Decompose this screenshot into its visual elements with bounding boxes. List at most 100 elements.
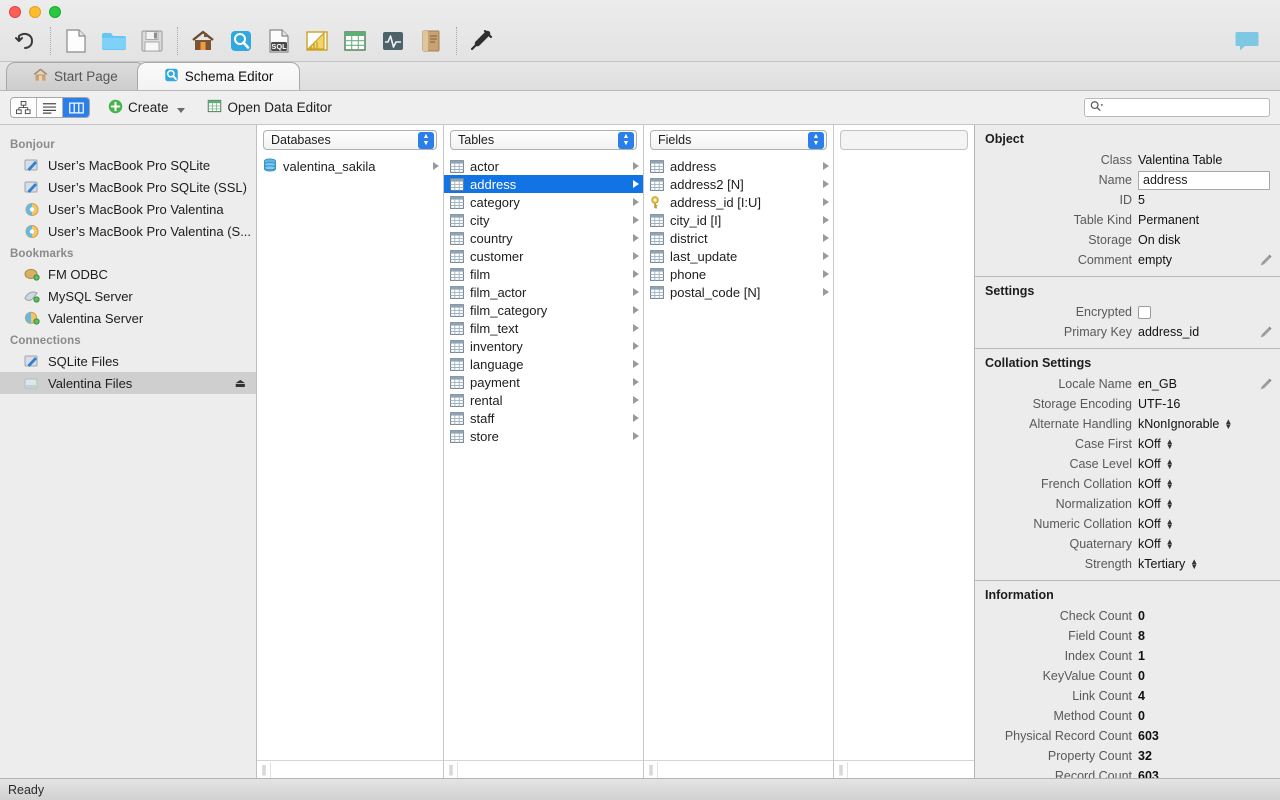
inspector-row-value[interactable]: kOff ▲ ▼ (1138, 477, 1174, 491)
data-grid-icon[interactable] (336, 21, 374, 61)
diagram-ruler-icon[interactable] (298, 21, 336, 61)
list-item[interactable]: phone (644, 265, 833, 283)
fields-popup-button[interactable]: Fields ▲ ▼ (650, 130, 827, 150)
sidebar-item-mysql-server[interactable]: MySQL Server (0, 285, 256, 307)
list-item[interactable]: payment (444, 373, 643, 391)
list-item[interactable]: category (444, 193, 643, 211)
disclosure-arrow-icon[interactable] (823, 270, 829, 278)
open-folder-icon[interactable] (95, 21, 133, 61)
undo-arrow-icon[interactable] (6, 21, 44, 61)
inspector-row-value[interactable]: kOff ▲ ▼ (1138, 537, 1174, 551)
stepper-icon[interactable]: ▲ ▼ (618, 131, 634, 149)
list-item[interactable]: rental (444, 391, 643, 409)
databases-popup-button[interactable]: Databases ▲ ▼ (263, 130, 437, 150)
disclosure-arrow-icon[interactable] (633, 360, 639, 368)
disclosure-arrow-icon[interactable] (633, 180, 639, 188)
column-resize-grip[interactable]: || (834, 760, 974, 778)
disclosure-arrow-icon[interactable] (633, 414, 639, 422)
chevron-down-icon[interactable] (176, 108, 185, 113)
sidebar-item-macbook-valentina-ssl[interactable]: User’s MacBook Pro Valentina (S... (0, 220, 256, 242)
open-data-editor-button[interactable]: Open Data Editor (207, 99, 332, 116)
stepper-icon[interactable]: ▲ ▼ (1190, 558, 1198, 571)
schema-magnifier-icon[interactable] (222, 21, 260, 61)
disclosure-arrow-icon[interactable] (823, 216, 829, 224)
list-item[interactable]: district (644, 229, 833, 247)
disclosure-arrow-icon[interactable] (823, 288, 829, 296)
disclosure-arrow-icon[interactable] (633, 396, 639, 404)
chat-bubble-icon[interactable] (1228, 21, 1266, 61)
list-item[interactable]: film_category (444, 301, 643, 319)
list-item[interactable]: address (644, 157, 833, 175)
tables-list[interactable]: actor address category city country customer f… (444, 155, 643, 760)
stepper-icon[interactable]: ▲ ▼ (418, 131, 434, 149)
zoom-window-button[interactable] (49, 6, 61, 18)
edit-pencil-icon[interactable] (1259, 325, 1273, 342)
disclosure-arrow-icon[interactable] (633, 198, 639, 206)
list-item[interactable]: inventory (444, 337, 643, 355)
list-item[interactable]: valentina_sakila (257, 157, 443, 175)
home-house-icon[interactable] (184, 21, 222, 61)
disclosure-arrow-icon[interactable] (633, 270, 639, 278)
sidebar-item-macbook-valentina[interactable]: User’s MacBook Pro Valentina (0, 198, 256, 220)
list-item[interactable]: address2 [N] (644, 175, 833, 193)
book-reports-icon[interactable] (412, 21, 450, 61)
name-field[interactable]: address (1138, 170, 1270, 190)
disclosure-arrow-icon[interactable] (633, 324, 639, 332)
inspector-row-value[interactable]: kTertiary ▲ ▼ (1138, 557, 1198, 571)
inspector-row-value[interactable]: kOff ▲ ▼ (1138, 517, 1174, 531)
view-mode-columns-button[interactable] (63, 98, 89, 117)
sidebar-item-valentina-files[interactable]: Valentina Files ⏏ (0, 372, 256, 394)
tables-popup-button[interactable]: Tables ▲ ▼ (450, 130, 637, 150)
disclosure-arrow-icon[interactable] (633, 216, 639, 224)
list-item[interactable]: film_text (444, 319, 643, 337)
stepper-icon[interactable]: ▲ ▼ (808, 131, 824, 149)
plug-connect-icon[interactable] (463, 21, 501, 61)
sql-document-icon[interactable]: SQL (260, 21, 298, 61)
stepper-icon[interactable]: ▲ ▼ (1166, 518, 1174, 531)
search-field[interactable] (1084, 98, 1270, 117)
inspector-row-value[interactable]: kOff ▲ ▼ (1138, 457, 1174, 471)
sidebar-item-macbook-sqlite-ssl[interactable]: User’s MacBook Pro SQLite (SSL) (0, 176, 256, 198)
list-item[interactable]: film (444, 265, 643, 283)
new-document-icon[interactable] (57, 21, 95, 61)
search-input[interactable] (1107, 100, 1264, 115)
save-floppy-icon[interactable] (133, 21, 171, 61)
list-item[interactable]: film_actor (444, 283, 643, 301)
disclosure-arrow-icon[interactable] (633, 288, 639, 296)
disclosure-arrow-icon[interactable] (633, 342, 639, 350)
detail-field[interactable] (840, 130, 968, 150)
edit-pencil-icon[interactable] (1259, 253, 1273, 270)
column-resize-grip[interactable]: || (644, 760, 833, 778)
databases-list[interactable]: valentina_sakila (257, 155, 443, 760)
edit-pencil-icon[interactable] (1259, 377, 1273, 394)
disclosure-arrow-icon[interactable] (823, 162, 829, 170)
list-item[interactable]: postal_code [N] (644, 283, 833, 301)
disclosure-arrow-icon[interactable] (823, 234, 829, 242)
minimize-window-button[interactable] (29, 6, 41, 18)
disclosure-arrow-icon[interactable] (633, 306, 639, 314)
stepper-icon[interactable]: ▲ ▼ (1224, 418, 1232, 431)
inspector-row-value[interactable]: kOff ▲ ▼ (1138, 497, 1174, 511)
tab-start-page[interactable]: Start Page (6, 62, 145, 90)
list-item[interactable]: store (444, 427, 643, 445)
disclosure-arrow-icon[interactable] (823, 180, 829, 188)
disclosure-arrow-icon[interactable] (633, 432, 639, 440)
sidebar-item-macbook-sqlite[interactable]: User’s MacBook Pro SQLite (0, 154, 256, 176)
sidebar-item-sqlite-files[interactable]: SQLite Files (0, 350, 256, 372)
fields-list[interactable]: address address2 [N] address_id [I:U] city_… (644, 155, 833, 760)
column-resize-grip[interactable]: || (444, 760, 643, 778)
disclosure-arrow-icon[interactable] (633, 162, 639, 170)
sidebar-item-valentina-server[interactable]: Valentina Server (0, 307, 256, 329)
create-button[interactable]: Create (108, 99, 185, 117)
disclosure-arrow-icon[interactable] (633, 252, 639, 260)
stepper-icon[interactable]: ▲ ▼ (1166, 458, 1174, 471)
disclosure-arrow-icon[interactable] (433, 162, 439, 170)
encrypted-checkbox[interactable] (1138, 305, 1151, 319)
stepper-icon[interactable]: ▲ ▼ (1166, 438, 1174, 451)
stepper-icon[interactable]: ▲ ▼ (1166, 498, 1174, 511)
close-window-button[interactable] (9, 6, 21, 18)
disclosure-arrow-icon[interactable] (633, 234, 639, 242)
view-mode-diagram-button[interactable] (11, 98, 37, 117)
detail-list[interactable] (834, 155, 974, 760)
view-mode-list-button[interactable] (37, 98, 63, 117)
